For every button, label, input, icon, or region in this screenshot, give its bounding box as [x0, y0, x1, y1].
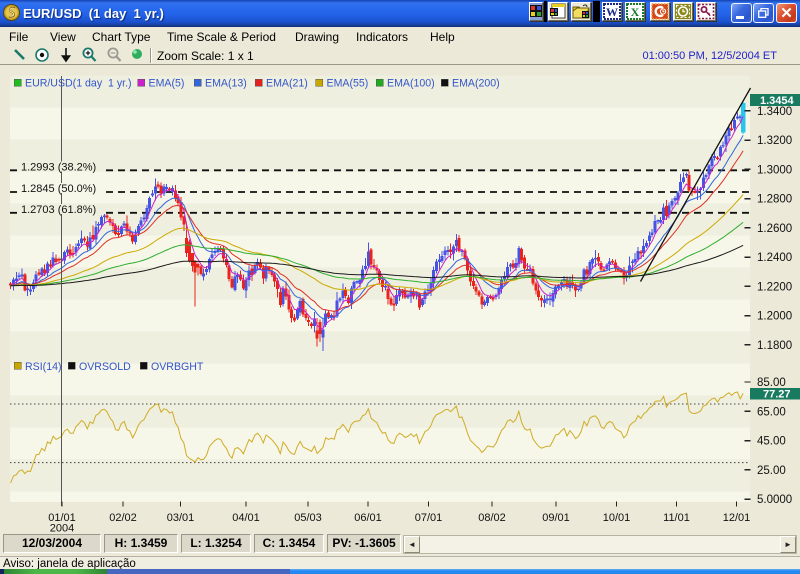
svg-text:EUR/USD(1 day 1 yr.): EUR/USD(1 day 1 yr.)	[25, 78, 132, 90]
svg-text:25.00: 25.00	[757, 465, 786, 477]
svg-text:EMA(13): EMA(13)	[205, 78, 247, 90]
svg-text:1.2000: 1.2000	[757, 311, 792, 323]
svg-text:12/01: 12/01	[723, 512, 751, 524]
svg-text:1.2845 (50.0%): 1.2845 (50.0%)	[21, 183, 96, 195]
svg-text:1.2993 (38.2%): 1.2993 (38.2%)	[21, 161, 96, 173]
svg-text:09/01: 09/01	[542, 512, 570, 524]
svg-text:X: X	[631, 5, 640, 19]
svg-text:03/01: 03/01	[167, 512, 195, 524]
svg-text:1.2200: 1.2200	[757, 281, 792, 293]
svg-text:EMA(100): EMA(100)	[387, 78, 435, 90]
svg-text:07/01: 07/01	[415, 512, 443, 524]
svg-text:W: W	[606, 5, 618, 19]
svg-text:1.1800: 1.1800	[757, 340, 792, 352]
svg-text:77.27: 77.27	[763, 389, 791, 401]
svg-text:EMA(5): EMA(5)	[149, 78, 185, 90]
svg-text:OVRSOLD: OVRSOLD	[79, 361, 131, 373]
svg-text:1.3200: 1.3200	[757, 135, 792, 147]
svg-text:08/02: 08/02	[478, 512, 506, 524]
svg-text:1.2400: 1.2400	[757, 252, 792, 264]
svg-text:11/01: 11/01	[663, 512, 690, 524]
svg-text:EMA(55): EMA(55)	[327, 78, 369, 90]
svg-text:04/01: 04/01	[232, 512, 260, 524]
svg-text:RSI(14): RSI(14)	[25, 361, 62, 373]
svg-text:10/01: 10/01	[603, 512, 631, 524]
svg-text:85.00: 85.00	[757, 377, 786, 389]
svg-text:02/02: 02/02	[109, 512, 137, 524]
svg-text:05/03: 05/03	[294, 512, 322, 524]
svg-text:EMA(21): EMA(21)	[266, 78, 308, 90]
svg-text:1.2600: 1.2600	[757, 223, 792, 235]
svg-text:5.0000: 5.0000	[757, 494, 792, 506]
svg-text:65.00: 65.00	[757, 406, 786, 418]
svg-text:45.00: 45.00	[757, 436, 786, 448]
svg-text:1.2703 (61.8%): 1.2703 (61.8%)	[21, 204, 96, 216]
svg-text:1.3400: 1.3400	[757, 106, 792, 118]
svg-text:06/01: 06/01	[354, 512, 382, 524]
svg-text:1.2800: 1.2800	[757, 194, 792, 206]
svg-text:OVRBGHT: OVRBGHT	[151, 361, 204, 373]
svg-text:1.3000: 1.3000	[757, 164, 792, 176]
svg-text:1.3454: 1.3454	[760, 95, 795, 107]
svg-text:EMA(200): EMA(200)	[452, 78, 500, 90]
